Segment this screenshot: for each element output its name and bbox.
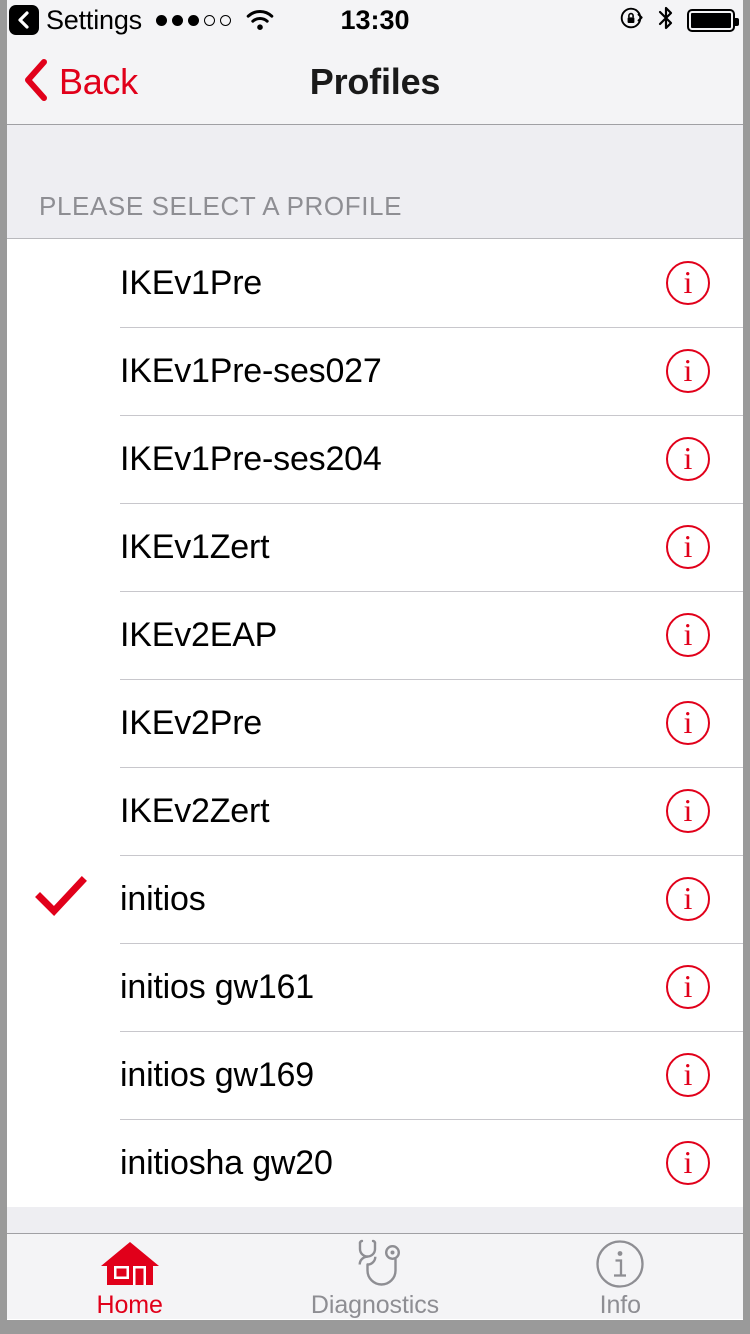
- table-row[interactable]: initiosha gw20 i: [7, 1119, 743, 1207]
- profile-detail-button[interactable]: i: [633, 525, 743, 569]
- tab-home[interactable]: Home: [7, 1234, 252, 1319]
- battery-full-icon: [687, 8, 739, 32]
- device-frame: Settings 13:30 Back Profiles PLEASE SELE…: [0, 0, 750, 1334]
- info-circle-icon: i: [666, 877, 710, 921]
- info-glyph: i: [683, 352, 693, 388]
- profile-detail-button[interactable]: i: [633, 701, 743, 745]
- profile-name: IKEv2EAP: [120, 616, 278, 654]
- profile-list: IKEv1Pre i IKEv1Pre-ses027 i IKEv1Pre-se…: [7, 239, 743, 1207]
- profile-name: initios: [120, 880, 206, 918]
- info-glyph: i: [683, 880, 693, 916]
- profile-detail-button[interactable]: i: [633, 1141, 743, 1185]
- info-glyph: i: [683, 440, 693, 476]
- checkmark-icon: [34, 875, 87, 924]
- info-circle-icon: i: [666, 437, 710, 481]
- profile-detail-button[interactable]: i: [633, 613, 743, 657]
- row-checkmark-slot: [7, 875, 120, 924]
- section-header-label: PLEASE SELECT A PROFILE: [39, 191, 403, 221]
- info-glyph: i: [683, 1144, 693, 1180]
- profile-detail-button[interactable]: i: [633, 349, 743, 393]
- info-circle-icon: i: [666, 349, 710, 393]
- profile-detail-button[interactable]: i: [633, 789, 743, 833]
- info-circle-icon: i: [666, 525, 710, 569]
- info-glyph: i: [683, 1056, 693, 1092]
- info-glyph: i: [683, 792, 693, 828]
- tab-info[interactable]: Info: [498, 1234, 743, 1319]
- table-row[interactable]: IKEv2Pre i: [7, 679, 743, 767]
- profile-detail-button[interactable]: i: [633, 877, 743, 921]
- profile-detail-button[interactable]: i: [633, 261, 743, 305]
- list-footer-space: [7, 1204, 743, 1234]
- profile-name: IKEv1Pre: [120, 264, 263, 302]
- status-bar-clock: 13:30: [340, 4, 410, 35]
- info-circle-icon: i: [666, 789, 710, 833]
- table-row[interactable]: IKEv1Zert i: [7, 503, 743, 591]
- screen: Settings 13:30 Back Profiles PLEASE SELE…: [7, 0, 743, 1320]
- table-row[interactable]: IKEv1Pre-ses204 i: [7, 415, 743, 503]
- profile-name: IKEv2Pre: [120, 704, 263, 742]
- info-circle-icon: i: [666, 1141, 710, 1185]
- page-title: Profiles: [309, 61, 441, 102]
- profile-name: initios gw169: [120, 1056, 314, 1094]
- tab-home-label: Home: [96, 1290, 163, 1319]
- tab-bar: Home Diagnostics Info: [7, 1234, 743, 1319]
- section-header: PLEASE SELECT A PROFILE: [7, 125, 743, 239]
- info-circle-icon: i: [666, 701, 710, 745]
- stethoscope-icon: [347, 1239, 403, 1288]
- profile-name: initios gw161: [120, 968, 314, 1006]
- info-glyph: i: [683, 528, 693, 564]
- profile-detail-button[interactable]: i: [633, 1053, 743, 1097]
- home-icon: [99, 1240, 161, 1288]
- navigation-bar: Back Profiles: [7, 40, 743, 125]
- profile-name: IKEv1Zert: [120, 528, 270, 566]
- tab-diagnostics[interactable]: Diagnostics: [252, 1234, 497, 1319]
- info-circle-icon: i: [666, 1053, 710, 1097]
- table-row[interactable]: IKEv2EAP i: [7, 591, 743, 679]
- info-glyph: i: [683, 264, 693, 300]
- info-glyph: i: [683, 968, 693, 1004]
- table-row[interactable]: IKEv1Pre i: [7, 239, 743, 327]
- info-circle-icon: [595, 1239, 645, 1288]
- profile-name: IKEv1Pre-ses204: [120, 440, 382, 478]
- table-row[interactable]: initios gw169 i: [7, 1031, 743, 1119]
- profile-name: IKEv2Zert: [120, 792, 270, 830]
- table-row[interactable]: initios gw161 i: [7, 943, 743, 1031]
- profile-name: initiosha gw20: [120, 1144, 333, 1182]
- table-row[interactable]: IKEv2Zert i: [7, 767, 743, 855]
- info-circle-icon: i: [666, 965, 710, 1009]
- info-glyph: i: [683, 704, 693, 740]
- profile-name: IKEv1Pre-ses027: [120, 352, 382, 390]
- info-circle-icon: i: [666, 261, 710, 305]
- table-row-selected[interactable]: initios i: [7, 855, 743, 943]
- tab-diagnostics-label: Diagnostics: [310, 1290, 440, 1319]
- tab-info-label: Info: [599, 1290, 641, 1319]
- profile-detail-button[interactable]: i: [633, 437, 743, 481]
- table-row[interactable]: IKEv1Pre-ses027 i: [7, 327, 743, 415]
- info-circle-icon: i: [666, 613, 710, 657]
- profile-detail-button[interactable]: i: [633, 965, 743, 1009]
- info-glyph: i: [683, 616, 693, 652]
- status-bar: Settings 13:30: [7, 0, 743, 40]
